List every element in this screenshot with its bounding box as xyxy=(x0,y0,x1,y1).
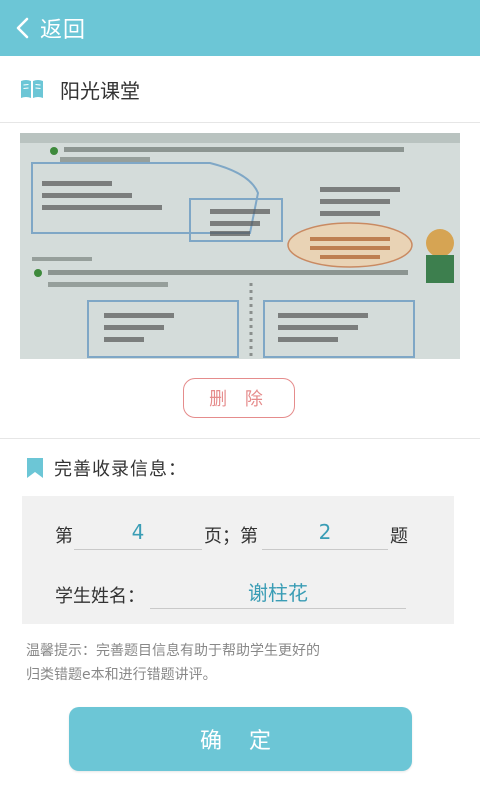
question-suffix-label: 题 xyxy=(390,526,408,547)
student-name-field[interactable]: 谢柱花 xyxy=(150,574,406,609)
top-bar: 返回 xyxy=(0,0,480,56)
student-name-label: 学生姓名： xyxy=(55,586,145,607)
back-label: 返回 xyxy=(40,18,87,43)
hint-text: 温馨提示：完善题目信息有助于帮助学生更好的 归类错题e本和进行错题讲评。 xyxy=(26,639,446,687)
course-title: 阳光课堂 xyxy=(60,78,140,103)
homework-photo[interactable] xyxy=(20,133,460,359)
photo-area: 删 除 xyxy=(0,123,480,438)
chevron-left-icon xyxy=(16,17,29,39)
course-row: 阳光课堂 xyxy=(0,56,480,123)
homework-photo-image xyxy=(20,133,460,359)
hint-line-2: 归类错题e本和进行错题讲评。 xyxy=(26,667,217,683)
info-title: 完善收录信息： xyxy=(54,459,187,480)
page-suffix-label: 页；第 xyxy=(204,526,258,547)
info-header: 完善收录信息： xyxy=(26,455,187,481)
page-prefix-label: 第 xyxy=(55,526,73,547)
hint-line-1: 温馨提示：完善题目信息有助于帮助学生更好的 xyxy=(26,643,320,659)
info-form: 第 4 页；第 2 题 学生姓名： 谢柱花 xyxy=(22,496,454,624)
back-button[interactable]: 返回 xyxy=(0,0,86,56)
bookmark-icon xyxy=(27,458,43,478)
page-number-field[interactable]: 4 xyxy=(74,515,202,550)
confirm-button[interactable]: 确 定 xyxy=(69,707,412,771)
info-section: 完善收录信息： 第 4 页；第 2 题 学生姓名： 谢柱花 温馨提示：完善题目信… xyxy=(0,438,480,801)
question-number-field[interactable]: 2 xyxy=(262,515,388,550)
delete-button[interactable]: 删 除 xyxy=(183,378,295,418)
book-icon xyxy=(21,80,43,98)
